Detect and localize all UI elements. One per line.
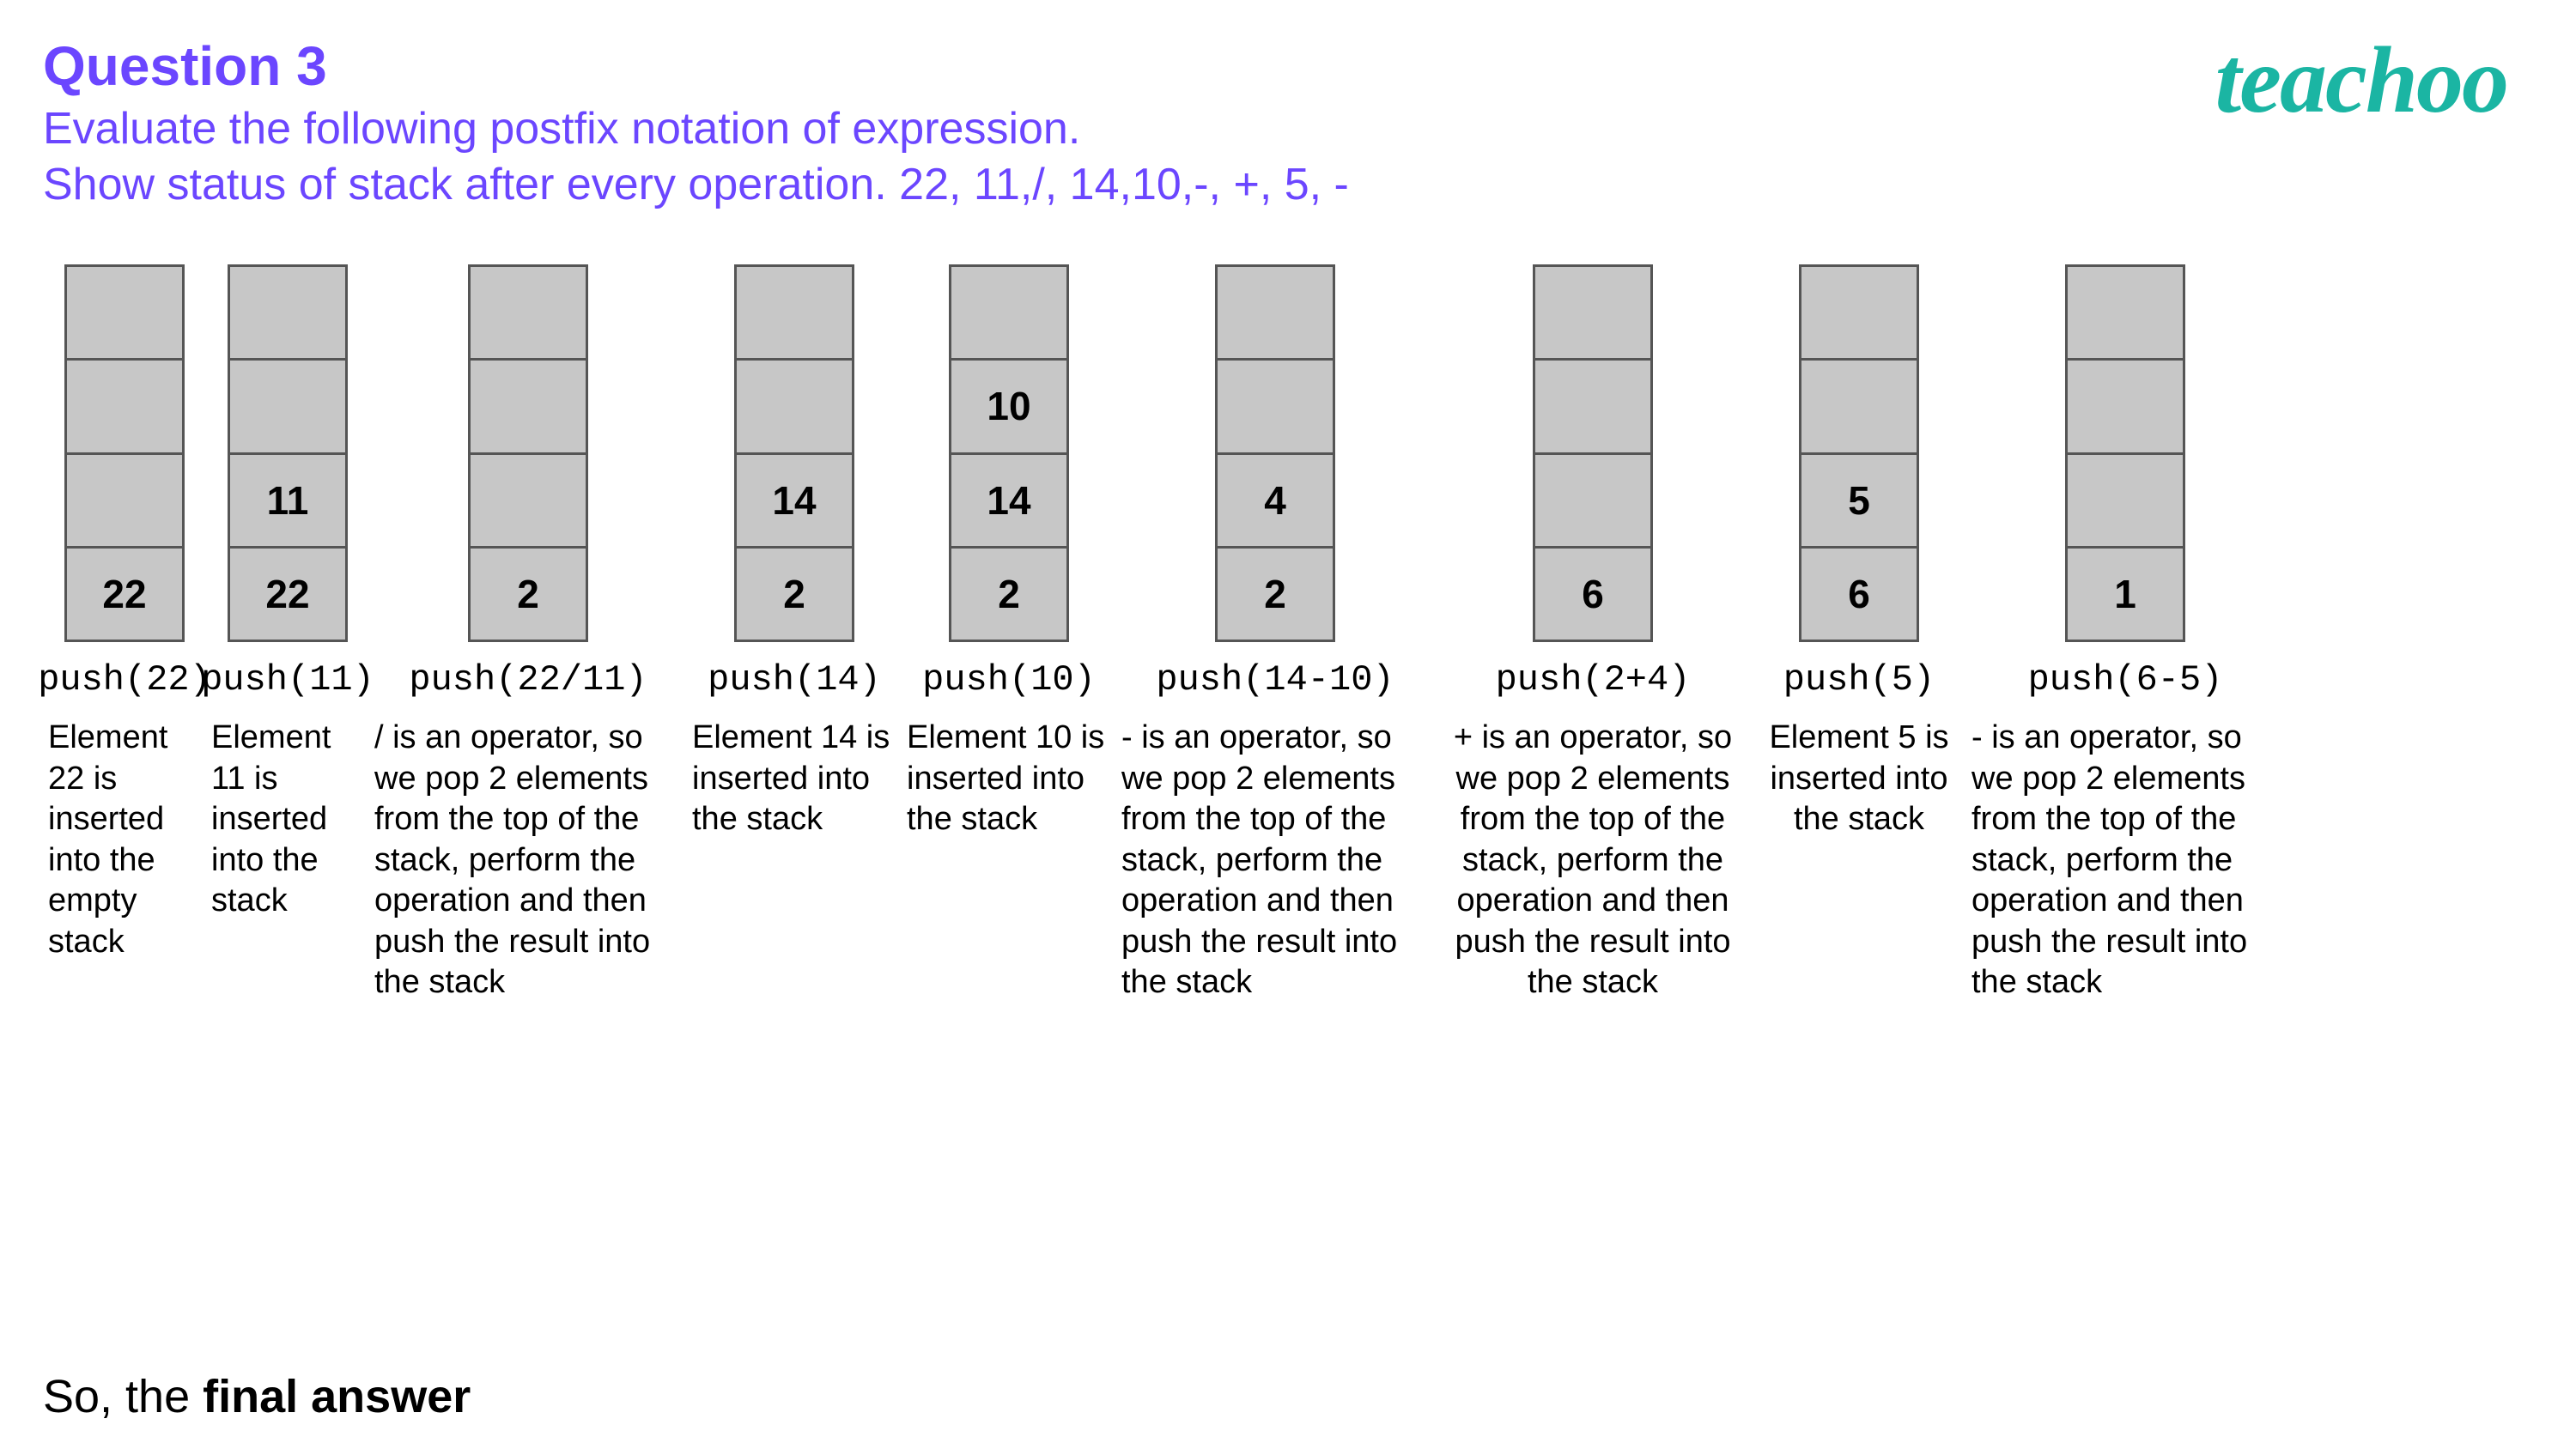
question-line-2: Show status of stack after every operati… [43, 157, 2215, 213]
stack-cell [1218, 358, 1333, 452]
stack-cell: 5 [1801, 452, 1917, 546]
step-description: - is an operator, so we pop 2 elements f… [1116, 718, 1434, 1003]
step-description: / is an operator, so we pop 2 elements f… [369, 718, 687, 1003]
push-operation-label: push(14) [708, 659, 881, 700]
stack-cell: 22 [67, 546, 182, 640]
stack-box: 65 [1799, 264, 1919, 642]
stack-cell [737, 358, 852, 452]
stack-cell: 22 [230, 546, 345, 640]
final-answer-line: So, the final answer [43, 1370, 471, 1423]
push-operation-label: push(2+4) [1496, 659, 1691, 700]
stack-cell: 2 [737, 546, 852, 640]
stack-cell: 14 [951, 452, 1066, 546]
step-description: Element 14 is inserted into the stack [687, 718, 902, 840]
step-description: Element 11 is inserted into the stack [206, 718, 369, 922]
step-description: Element 22 is inserted into the empty st… [43, 718, 206, 962]
stack-cell [2068, 264, 2183, 358]
stack-cell: 6 [1801, 546, 1917, 640]
stack-cell [471, 452, 586, 546]
step-description: Element 5 is inserted into the stack [1752, 718, 1966, 840]
stack-box: 2211 [228, 264, 348, 642]
stack-cell [471, 358, 586, 452]
step-description: Element 10 is inserted into the stack [902, 718, 1116, 840]
stack-box: 2 [468, 264, 588, 642]
push-operation-label: push(11) [201, 659, 374, 700]
stack-cell [1218, 264, 1333, 358]
push-operation-label: push(10) [922, 659, 1096, 700]
stack-cell: 1 [2068, 546, 2183, 640]
step-description: - is an operator, so we pop 2 elements f… [1966, 718, 2284, 1003]
question-title: Question 3 [43, 34, 2215, 98]
stack-step-3: 2 push(22/11) / is an operator, so we pop … [369, 264, 687, 1003]
stack-box: 1 [2065, 264, 2185, 642]
stack-cell [67, 264, 182, 358]
stack-cell [67, 452, 182, 546]
stack-cell [2068, 452, 2183, 546]
stack-cell [737, 264, 852, 358]
stack-cell [230, 358, 345, 452]
stack-step-6: 24 push(14-10) - is an operator, so we pop… [1116, 264, 1434, 1003]
title-block: Question 3 Evaluate the following postfi… [43, 34, 2215, 213]
stack-cell [1535, 358, 1650, 452]
question-line-1: Evaluate the following postfix notation … [43, 101, 2215, 157]
push-operation-label: push(22/11) [409, 659, 647, 700]
stack-step-9: 1 push(6-5) - is an operator, so we pop 2 … [1966, 264, 2284, 1003]
stack-step-4: 214 push(14) Element 14 is inserted into t… [687, 264, 902, 840]
step-description: + is an operator, so we pop 2 elements f… [1434, 718, 1752, 1003]
push-operation-label: push(6-5) [2028, 659, 2223, 700]
stack-step-8: 65 push(5) Element 5 is inserted into the … [1752, 264, 1966, 840]
stacks-row: 22push(22)Element 22 is inserted into th… [43, 264, 2542, 1003]
stack-cell: 14 [737, 452, 852, 546]
stack-cell [67, 358, 182, 452]
stack-step-7: 6 push(2+4) + is an operator, so we pop 2 … [1434, 264, 1752, 1003]
stack-cell: 10 [951, 358, 1066, 452]
final-bold: final answer [203, 1371, 471, 1422]
stack-cell [1801, 358, 1917, 452]
stack-box: 21410 [949, 264, 1069, 642]
stack-step-5: 21410 push(10) Element 10 is inserted into… [902, 264, 1116, 840]
stack-box: 22 [64, 264, 185, 642]
stack-box: 6 [1533, 264, 1653, 642]
push-operation-label: push(14-10) [1156, 659, 1394, 700]
push-operation-label: push(5) [1783, 659, 1935, 700]
stack-step-2: 2211push(11)Element 11 is inserted into … [206, 264, 369, 922]
final-prefix: So, the [43, 1371, 203, 1422]
push-operation-label: push(22) [38, 659, 211, 700]
stack-cell [471, 264, 586, 358]
stack-cell [1535, 264, 1650, 358]
stack-cell: 2 [1218, 546, 1333, 640]
stack-box: 24 [1215, 264, 1335, 642]
stack-cell: 2 [951, 546, 1066, 640]
stack-cell [230, 264, 345, 358]
teachoo-logo: teachoo [2215, 26, 2507, 135]
stack-box: 214 [734, 264, 854, 642]
stack-cell: 11 [230, 452, 345, 546]
stack-step-1: 22push(22)Element 22 is inserted into th… [43, 264, 206, 962]
header: Question 3 Evaluate the following postfi… [43, 34, 2542, 213]
stack-cell [1801, 264, 1917, 358]
stack-cell: 4 [1218, 452, 1333, 546]
stack-cell [2068, 358, 2183, 452]
stack-cell: 2 [471, 546, 586, 640]
stack-cell [1535, 452, 1650, 546]
stack-cell: 6 [1535, 546, 1650, 640]
stack-cell [951, 264, 1066, 358]
